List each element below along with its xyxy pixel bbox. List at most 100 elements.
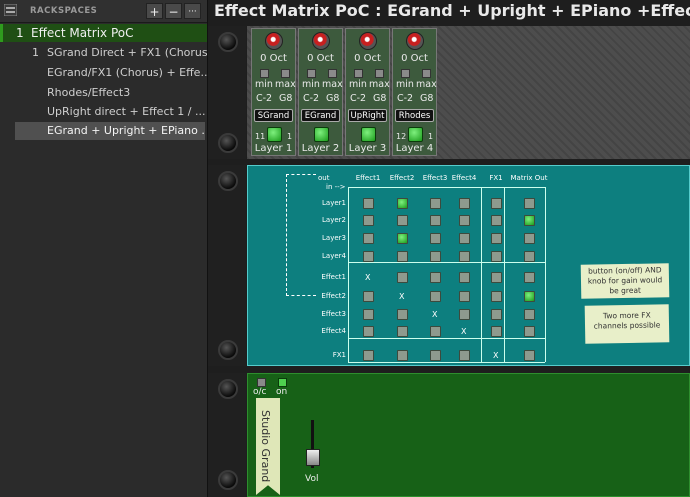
matrix-column-header: Effect1: [355, 174, 381, 182]
matrix-cell-button[interactable]: [363, 309, 374, 320]
on-led[interactable]: [278, 378, 287, 387]
rack-rail-1: [208, 26, 246, 159]
layer-name-label[interactable]: SGrand: [254, 109, 293, 122]
matrix-disabled-mark: X: [399, 292, 405, 301]
layer-active-led[interactable]: [408, 127, 423, 142]
max-led[interactable]: [328, 69, 337, 78]
transpose-knob[interactable]: [312, 32, 330, 50]
matrix-column-header: Matrix Out: [510, 174, 548, 182]
matrix-cell-button[interactable]: [397, 326, 408, 337]
octave-value: 0 Oct: [307, 53, 334, 64]
min-led[interactable]: [260, 69, 269, 78]
min-led[interactable]: [401, 69, 410, 78]
matrix-cell-button[interactable]: [459, 198, 470, 209]
matrix-cell-button[interactable]: [524, 272, 535, 283]
matrix-cell-button[interactable]: [491, 198, 502, 209]
matrix-cell-button[interactable]: [491, 309, 502, 320]
vol-slider-thumb[interactable]: [306, 449, 320, 466]
oc-led[interactable]: [257, 378, 266, 387]
max-led[interactable]: [375, 69, 384, 78]
matrix-cell-button[interactable]: [491, 233, 502, 244]
variation-item[interactable]: UpRight direct + Effect 1 / ...: [0, 103, 207, 121]
transpose-knob[interactable]: [265, 32, 283, 50]
matrix-cell-button[interactable]: [491, 215, 502, 226]
matrix-cell-button[interactable]: [363, 350, 374, 361]
matrix-cell-button[interactable]: [459, 309, 470, 320]
matrix-cell-button[interactable]: [430, 291, 441, 302]
variation-item[interactable]: 1 SGrand Direct + FX1 (Chorus): [0, 44, 207, 62]
instrument-name: Studio Grand: [259, 410, 272, 483]
add-rackspace-button[interactable]: +: [146, 3, 163, 19]
layer-name-label[interactable]: UpRight: [348, 109, 387, 122]
matrix-cell-button[interactable]: [524, 233, 535, 244]
matrix-cell-button[interactable]: [363, 233, 374, 244]
matrix-cell-button[interactable]: [397, 215, 408, 226]
sidebar-header: RACKSPACES + − ···: [0, 0, 207, 23]
min-led[interactable]: [354, 69, 363, 78]
matrix-cell-button[interactable]: [524, 326, 535, 337]
layer-active-led[interactable]: [361, 127, 376, 142]
matrix-cell-button[interactable]: [397, 198, 408, 209]
variation-item-selected[interactable]: EGrand + Upright + EPiano ...: [15, 122, 205, 140]
max-led[interactable]: [281, 69, 290, 78]
layer-card: 0 Oct min max C-2 G8 Rhodes 12 1 Layer 4: [392, 28, 437, 156]
matrix-cell-button[interactable]: [430, 251, 441, 262]
matrix-cell-button[interactable]: [459, 272, 470, 283]
matrix-cell-button[interactable]: [363, 251, 374, 262]
matrix-cell-button[interactable]: [524, 215, 535, 226]
matrix-cell-button[interactable]: [491, 251, 502, 262]
matrix-cell-button[interactable]: [524, 291, 535, 302]
matrix-cell-button[interactable]: [430, 272, 441, 283]
variation-item[interactable]: Rhodes/Effect3: [0, 84, 207, 102]
high-note: G8: [326, 93, 340, 104]
transpose-knob[interactable]: [406, 32, 424, 50]
high-note: G8: [373, 93, 387, 104]
min-led[interactable]: [307, 69, 316, 78]
matrix-cell-button[interactable]: [430, 198, 441, 209]
matrix-cell-button[interactable]: [459, 215, 470, 226]
remove-rackspace-button[interactable]: −: [165, 3, 182, 19]
variation-item[interactable]: EGrand/FX1 (Chorus) + Effe...: [0, 64, 207, 82]
sidebar-item-rackspace[interactable]: 1 Effect Matrix PoC: [0, 24, 207, 42]
matrix-column-header: Effect2: [389, 174, 415, 182]
matrix-cell-button[interactable]: [524, 198, 535, 209]
matrix-cell-button[interactable]: [430, 350, 441, 361]
layer-name-label[interactable]: Rhodes: [395, 109, 434, 122]
matrix-cell-button[interactable]: [430, 215, 441, 226]
matrix-cell-button[interactable]: [491, 272, 502, 283]
matrix-row-label: Layer2: [322, 216, 346, 224]
transpose-knob[interactable]: [359, 32, 377, 50]
rack-screw-icon: [218, 133, 238, 153]
matrix-cell-button[interactable]: [363, 215, 374, 226]
matrix-cell-button[interactable]: [363, 326, 374, 337]
sticky-note: button (on/off) AND knob for gain would …: [580, 263, 670, 299]
matrix-cell-button[interactable]: [491, 326, 502, 337]
matrix-cell-button[interactable]: [459, 291, 470, 302]
matrix-cell-button[interactable]: [524, 309, 535, 320]
matrix-cell-button[interactable]: [397, 251, 408, 262]
matrix-cell-button[interactable]: [524, 350, 535, 361]
matrix-row-label: Layer4: [322, 252, 346, 260]
matrix-cell-button[interactable]: [524, 251, 535, 262]
matrix-cell-button[interactable]: [363, 198, 374, 209]
layer-active-led[interactable]: [267, 127, 282, 142]
matrix-cell-button[interactable]: [397, 309, 408, 320]
matrix-cell-button[interactable]: [491, 291, 502, 302]
rack-screw-icon: [218, 340, 238, 360]
matrix-cell-button[interactable]: [397, 350, 408, 361]
layer-name-label[interactable]: EGrand: [301, 109, 340, 122]
more-options-button[interactable]: ···: [184, 3, 201, 19]
matrix-cell-button[interactable]: [459, 350, 470, 361]
matrix-cell-button[interactable]: [459, 251, 470, 262]
matrix-cell-button[interactable]: [363, 291, 374, 302]
matrix-cell-button[interactable]: [430, 326, 441, 337]
matrix-cell-button[interactable]: [459, 233, 470, 244]
max-led[interactable]: [422, 69, 431, 78]
matrix-grid-line: [348, 338, 545, 339]
matrix-row-label: Layer1: [322, 199, 346, 207]
max-label: max: [416, 79, 437, 90]
layer-active-led[interactable]: [314, 127, 329, 142]
matrix-cell-button[interactable]: [397, 233, 408, 244]
matrix-cell-button[interactable]: [430, 233, 441, 244]
matrix-cell-button[interactable]: [397, 272, 408, 283]
